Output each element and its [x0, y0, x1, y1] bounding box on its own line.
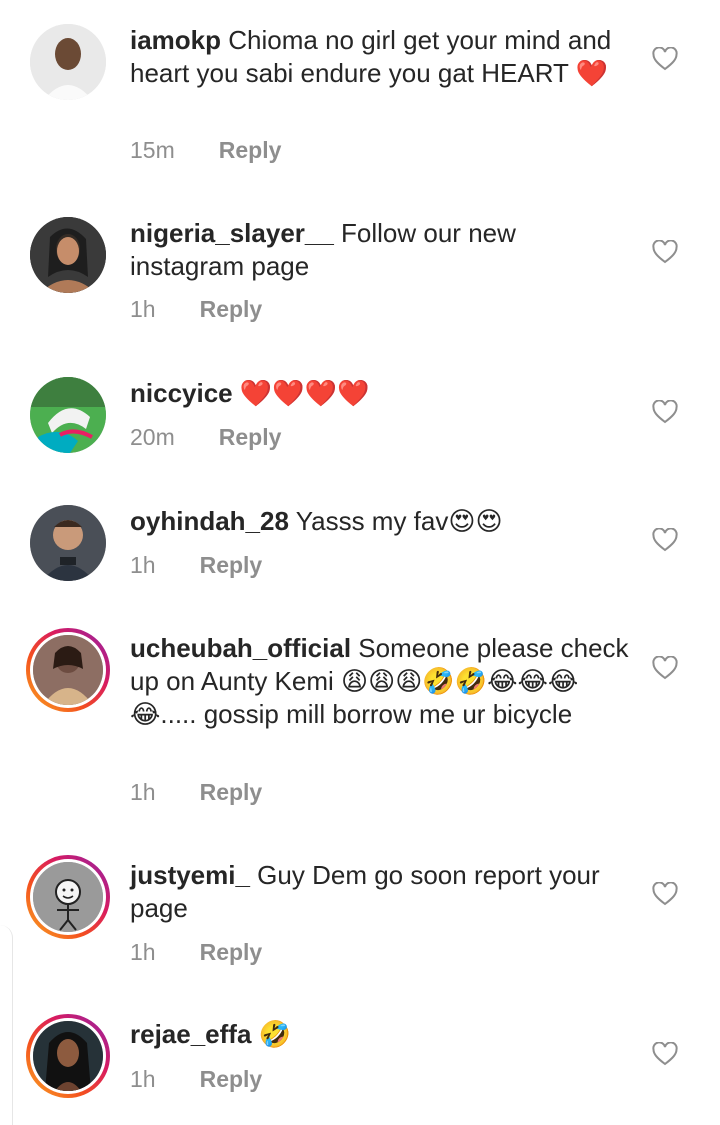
reply-button[interactable]: Reply	[219, 137, 282, 163]
heart-outline-icon[interactable]	[652, 528, 678, 552]
heart-outline-icon[interactable]	[652, 240, 678, 264]
comment-username[interactable]: rejae_effa	[130, 1019, 251, 1049]
comment-meta: 1h Reply	[130, 1066, 262, 1093]
avatar[interactable]	[30, 217, 106, 293]
comment-username[interactable]: justyemi_	[130, 860, 250, 890]
heart-outline-icon[interactable]	[652, 882, 678, 906]
avatar[interactable]	[30, 24, 106, 100]
comment-time: 1h	[130, 779, 156, 805]
comment-time: 1h	[130, 296, 156, 322]
reply-button[interactable]: Reply	[200, 1066, 263, 1092]
reply-button[interactable]: Reply	[200, 939, 263, 965]
comment-text: rejae_effa 🤣	[130, 1018, 630, 1051]
comment-text: ucheubah_official Someone please check u…	[130, 632, 630, 731]
comment-username[interactable]: iamokp	[130, 25, 221, 55]
comment-time: 1h	[130, 552, 156, 578]
comment-text: justyemi_ Guy Dem go soon report your pa…	[130, 859, 630, 925]
comment-text: oyhindah_28 Yasss my fav😍😍	[130, 505, 630, 538]
comment-body: 🤣	[251, 1019, 292, 1049]
reply-button[interactable]: Reply	[200, 552, 263, 578]
comment-text: nigeria_slayer__ Follow our new instagra…	[130, 217, 630, 283]
comment-time: 15m	[130, 137, 175, 163]
story-ring-avatar[interactable]	[26, 628, 110, 712]
reply-button[interactable]: Reply	[200, 296, 263, 322]
comment-body: ❤️❤️❤️❤️	[232, 378, 370, 408]
story-ring-avatar[interactable]	[26, 1014, 110, 1098]
reply-button[interactable]: Reply	[200, 779, 263, 805]
comment-username[interactable]: nigeria_slayer__	[130, 218, 334, 248]
reply-button[interactable]: Reply	[219, 424, 282, 450]
heart-outline-icon[interactable]	[652, 400, 678, 424]
comment-username[interactable]: ucheubah_official	[130, 633, 351, 663]
comment-time: 1h	[130, 1066, 156, 1092]
comment-meta: 20m Reply	[130, 424, 281, 451]
heart-outline-icon[interactable]	[652, 47, 678, 71]
comment-time: 20m	[130, 424, 175, 450]
comment-username[interactable]: niccyice	[130, 378, 233, 408]
avatar[interactable]	[30, 505, 106, 581]
comment-meta: 1h Reply	[130, 779, 262, 806]
edge-panel	[0, 925, 13, 1125]
comment-body: Yasss my fav😍😍	[288, 506, 503, 536]
comment-meta: 1h Reply	[130, 552, 262, 579]
comment-text: iamokp Chioma no girl get your mind and …	[130, 24, 630, 90]
heart-outline-icon[interactable]	[652, 1042, 678, 1066]
avatar[interactable]	[30, 377, 106, 453]
comment-time: 1h	[130, 939, 156, 965]
comment-text: niccyice ❤️❤️❤️❤️	[130, 377, 630, 410]
comment-meta: 15m Reply	[130, 137, 281, 164]
comment-meta: 1h Reply	[130, 939, 262, 966]
story-ring-avatar[interactable]	[26, 855, 110, 939]
comment-username[interactable]: oyhindah_28	[130, 506, 289, 536]
heart-outline-icon[interactable]	[652, 656, 678, 680]
comment-meta: 1h Reply	[130, 296, 262, 323]
